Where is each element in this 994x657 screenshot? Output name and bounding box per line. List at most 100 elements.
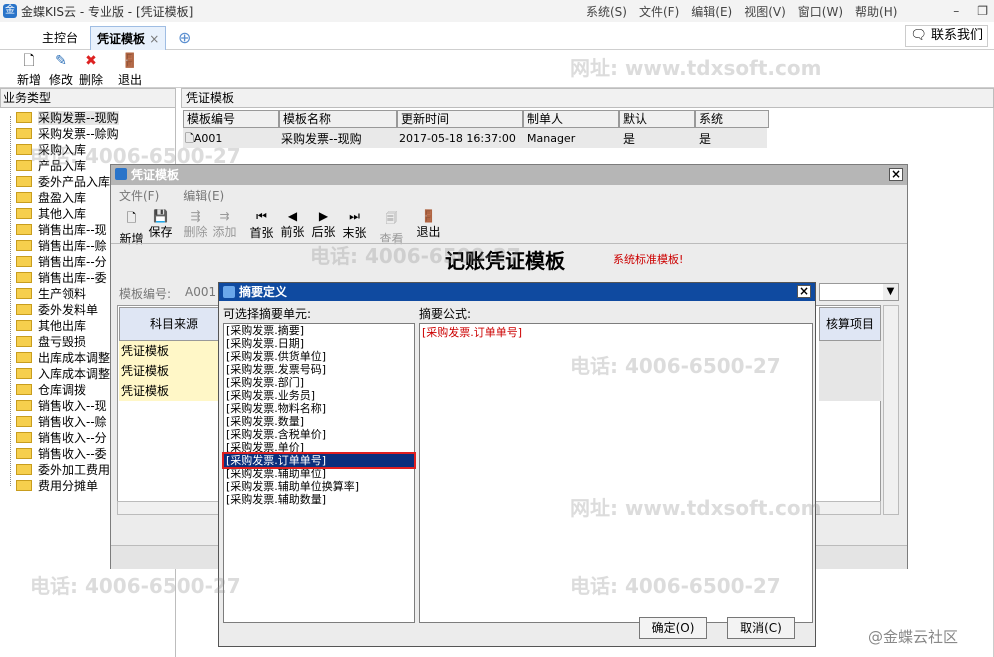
- tree-item[interactable]: 其他出库: [16, 318, 86, 334]
- add-row-button[interactable]: ⇉ 添加: [210, 209, 239, 241]
- next-button[interactable]: ▶ 后张: [309, 209, 338, 241]
- folder-icon: [16, 416, 32, 427]
- tree-item[interactable]: 委外发料单: [16, 302, 98, 318]
- delete-row-button[interactable]: ⇶ 删除: [181, 209, 210, 241]
- tree-item[interactable]: 入库成本调整: [16, 366, 110, 382]
- tree-item[interactable]: 仓库调拨: [16, 382, 86, 398]
- tree-item-label: 委外加工费用: [38, 463, 111, 477]
- column-header[interactable]: 模板编号: [183, 110, 279, 128]
- tree-item[interactable]: 委外产品入库: [16, 174, 110, 190]
- list-item-selected[interactable]: [采购发票.订单单号]: [222, 452, 416, 469]
- tree-item[interactable]: 销售出库--赊: [16, 238, 107, 254]
- menu-view[interactable]: 视图(V): [744, 3, 786, 20]
- list-item[interactable]: [采购发票.物料名称]: [224, 402, 414, 415]
- contact-us-button[interactable]: 🗨 联系我们: [905, 25, 988, 47]
- tree-item[interactable]: 出库成本调整: [16, 350, 110, 366]
- folder-icon: [16, 192, 32, 203]
- add-row-label: 添加: [212, 225, 237, 239]
- menu-edit[interactable]: 编辑(E): [183, 187, 224, 204]
- folder-icon: [16, 240, 32, 251]
- column-header[interactable]: 制单人: [523, 110, 619, 128]
- list-item[interactable]: [采购发票.含税单价]: [224, 428, 414, 441]
- save-button[interactable]: 💾 保存: [146, 209, 175, 241]
- view-button[interactable]: 🗐 查看: [377, 209, 406, 246]
- list-item[interactable]: [采购发票.日期]: [224, 337, 414, 350]
- summary-dialog-title: 摘要定义: [239, 285, 288, 299]
- new-button[interactable]: 🗋 新增: [117, 209, 146, 246]
- close-icon[interactable]: ×: [889, 168, 903, 181]
- exit-button[interactable]: 🚪 退出: [414, 209, 443, 241]
- list-item[interactable]: [采购发票.供货单位]: [224, 350, 414, 363]
- tree-item[interactable]: 费用分摊单: [16, 478, 98, 494]
- close-icon[interactable]: ×: [797, 285, 811, 298]
- kingdee-logo-icon: 金: [3, 4, 17, 18]
- menu-help[interactable]: 帮助(H): [855, 3, 897, 20]
- check-item-cells: [819, 341, 881, 401]
- prev-button[interactable]: ◀ 前张: [278, 209, 307, 241]
- column-header[interactable]: 模板名称: [279, 110, 397, 128]
- business-type-header: 业务类型: [0, 88, 176, 108]
- new-button[interactable]: 🗋 新增: [14, 53, 44, 88]
- tab-voucher-template[interactable]: 凭证模板 ×: [90, 26, 167, 50]
- column-header[interactable]: 系统: [695, 110, 769, 128]
- list-item[interactable]: [采购发票.单价]: [224, 441, 414, 454]
- close-icon[interactable]: ×: [149, 32, 159, 46]
- table-cell: Manager: [527, 132, 576, 145]
- table-row[interactable]: 凭证模板: [119, 341, 229, 361]
- minimize-icon[interactable]: –: [953, 4, 959, 18]
- delete-button[interactable]: ✖ 删除: [76, 53, 106, 88]
- menu-edit[interactable]: 编辑(E): [691, 3, 732, 20]
- list-item[interactable]: [采购发票.业务员]: [224, 389, 414, 402]
- restore-icon[interactable]: ❐: [977, 4, 988, 18]
- tree-item[interactable]: 销售收入--分: [16, 430, 107, 446]
- tree-item[interactable]: 销售收入--委: [16, 446, 107, 462]
- menu-file[interactable]: 文件(F): [119, 187, 159, 204]
- tree-item[interactable]: 委外加工费用: [16, 462, 110, 478]
- last-button[interactable]: ⏭ 末张: [340, 209, 369, 241]
- menu-system[interactable]: 系统(S): [586, 3, 627, 20]
- community-watermark: @金蝶云社区: [868, 628, 959, 646]
- exit-button[interactable]: 🚪 退出: [115, 53, 145, 88]
- tree-item[interactable]: 采购发票--现购: [16, 110, 119, 126]
- tree-item[interactable]: 销售出库--分: [16, 254, 107, 270]
- list-item[interactable]: [采购发票.辅助单位换算率]: [224, 480, 414, 493]
- tree-item[interactable]: 生产领料: [16, 286, 86, 302]
- table-row[interactable]: 凭证模板: [119, 361, 229, 381]
- add-tab-icon[interactable]: ⊕: [172, 26, 197, 50]
- tree-item[interactable]: 销售出库--委: [16, 270, 107, 286]
- table-cell: 采购发票--现购: [281, 132, 362, 146]
- menu-window[interactable]: 窗口(W): [798, 3, 843, 20]
- column-header[interactable]: 更新时间: [397, 110, 523, 128]
- watermark-tel: 电话: 4006-6500-27: [570, 574, 781, 598]
- tree-item[interactable]: 盘亏毁损: [16, 334, 86, 350]
- column-header[interactable]: 核算项目: [819, 307, 881, 341]
- summary-unit-list[interactable]: [采购发票.摘要] [采购发票.日期] [采购发票.供货单位] [采购发票.发票…: [222, 323, 416, 623]
- list-item[interactable]: [采购发票.辅助数量]: [224, 493, 414, 506]
- list-item[interactable]: [采购发票.摘要]: [224, 324, 414, 337]
- tree-item[interactable]: 销售出库--现: [16, 222, 107, 238]
- chevron-down-icon[interactable]: ▼: [883, 284, 898, 300]
- column-header[interactable]: 科目来源: [119, 307, 229, 341]
- table-cell: 是: [623, 132, 636, 146]
- watermark-tel: 电话: 4006-6500-27: [310, 244, 521, 268]
- column-header[interactable]: 默认: [619, 110, 695, 128]
- new-document-icon: 🗋: [23, 53, 35, 69]
- tree-item[interactable]: 盘盈入库: [16, 190, 86, 206]
- template-panel-header: 凭证模板: [181, 88, 994, 108]
- cancel-button[interactable]: 取消(C): [727, 617, 795, 639]
- view-icon: 🗐: [385, 211, 398, 225]
- table-row[interactable]: 凭证模板: [119, 381, 229, 401]
- list-item[interactable]: [采购发票.辅助单位]: [224, 467, 414, 480]
- list-item[interactable]: [采购发票.部门]: [224, 376, 414, 389]
- tree-item[interactable]: 销售收入--现: [16, 398, 107, 414]
- first-button[interactable]: ⏮ 首张: [247, 209, 276, 241]
- vertical-scrollbar[interactable]: [883, 305, 899, 515]
- tree-item[interactable]: 销售收入--赊: [16, 414, 107, 430]
- edit-button[interactable]: ✎ 修改: [46, 53, 76, 88]
- list-item[interactable]: [采购发票.数量]: [224, 415, 414, 428]
- tree-item[interactable]: 其他入库: [16, 206, 86, 222]
- list-item[interactable]: [采购发票.发票号码]: [224, 363, 414, 376]
- ok-button[interactable]: 确定(O): [639, 617, 707, 639]
- menu-file[interactable]: 文件(F): [639, 3, 679, 20]
- tab-console[interactable]: 主控台: [36, 26, 84, 50]
